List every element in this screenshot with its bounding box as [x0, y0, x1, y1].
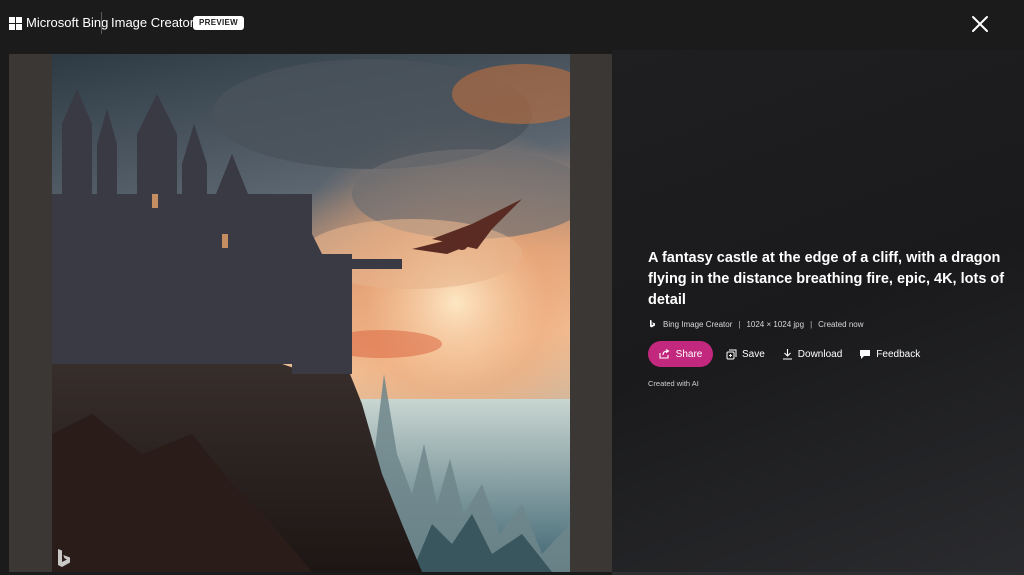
top-bar: Microsoft Bing Image Creator PREVIEW: [0, 0, 1024, 50]
save-button[interactable]: Save: [726, 349, 765, 360]
meta-separator: |: [810, 319, 813, 329]
close-button[interactable]: [966, 10, 994, 38]
image-meta: Bing Image Creator | 1024 × 1024 jpg | C…: [648, 318, 864, 330]
details-panel: A fantasy castle at the edge of a cliff,…: [612, 50, 1024, 575]
feedback-button[interactable]: Feedback: [859, 349, 920, 360]
close-icon: [972, 16, 988, 32]
created-with-ai-note: Created with AI: [648, 379, 699, 388]
save-label: Save: [742, 348, 765, 360]
save-collection-icon: [726, 349, 737, 359]
preview-badge: PREVIEW: [193, 16, 244, 30]
microsoft-logo-icon[interactable]: [9, 17, 22, 30]
feedback-label: Feedback: [876, 348, 921, 360]
prompt-text: A fantasy castle at the edge of a cliff,…: [648, 250, 1005, 308]
brand-name[interactable]: Microsoft Bing: [26, 15, 108, 30]
download-icon: [782, 349, 792, 360]
meta-source: Bing Image Creator: [663, 319, 733, 329]
share-icon: [659, 349, 670, 359]
meta-separator: |: [738, 319, 741, 329]
header-divider: [101, 12, 102, 34]
image-stage: [9, 54, 612, 572]
download-label: Download: [797, 348, 843, 360]
share-button[interactable]: Share: [648, 341, 713, 367]
meta-dimensions: 1024 × 1024 jpg: [746, 319, 805, 329]
bing-logo-icon: [650, 319, 655, 328]
meta-created: Created now: [818, 319, 864, 329]
share-label: Share: [675, 348, 703, 360]
product-name[interactable]: Image Creator: [111, 15, 194, 30]
bing-watermark-icon: [58, 549, 70, 567]
generated-image[interactable]: [52, 54, 570, 572]
download-button[interactable]: Download: [782, 348, 842, 360]
feedback-icon: [860, 349, 871, 359]
action-bar: Share Save Download Feedback: [648, 341, 920, 367]
